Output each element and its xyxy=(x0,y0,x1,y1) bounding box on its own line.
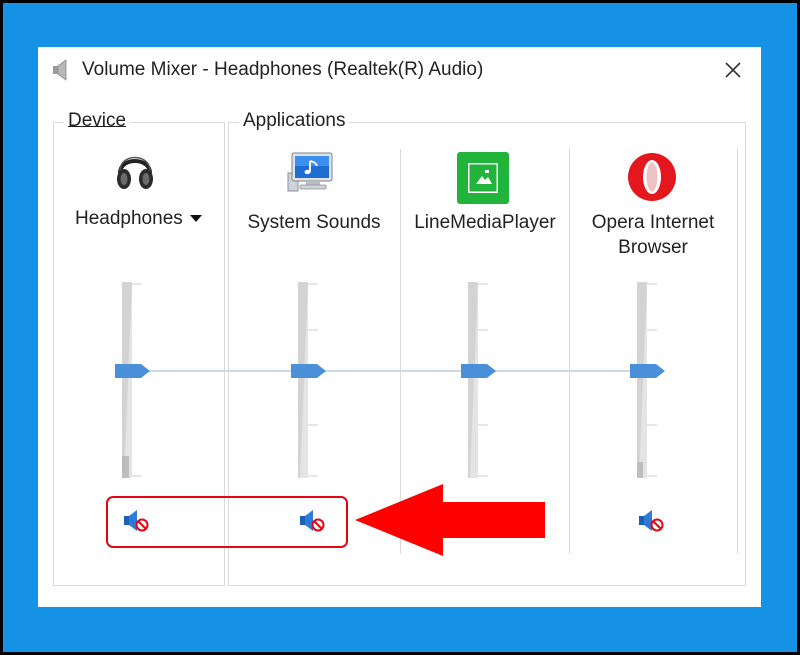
volume-link-line xyxy=(138,370,663,372)
system-sounds-volume-track[interactable] xyxy=(296,282,318,478)
app-label-opera: Opera Internet Browser xyxy=(591,212,715,258)
chevron-down-icon xyxy=(190,215,202,222)
speaker-icon xyxy=(53,59,67,81)
window-title: Volume Mixer - Headphones (Realtek(R) Au… xyxy=(82,59,484,80)
device-name: Headphones xyxy=(75,208,183,229)
speaker-muted-icon xyxy=(639,510,664,532)
red-arrow-icon xyxy=(355,484,545,556)
title-bar: Volume Mixer - Headphones (Realtek(R) Au… xyxy=(38,47,761,95)
highlight-box xyxy=(106,496,348,548)
opera-volume-track[interactable] xyxy=(635,282,657,478)
close-icon xyxy=(725,62,741,78)
linemediaplayer-volume-track[interactable] xyxy=(466,282,488,478)
device-group-label: Device xyxy=(64,110,131,132)
opera-icon xyxy=(628,153,676,201)
device-volume-track[interactable] xyxy=(120,282,142,478)
applications-group-label: Applications xyxy=(239,110,350,132)
system-sounds-icon xyxy=(287,152,333,192)
opera-mute-button[interactable] xyxy=(636,507,666,535)
column-separator xyxy=(737,149,738,554)
device-volume-slider-thumb[interactable] xyxy=(115,363,151,379)
device-selector-dropdown[interactable]: Headphones xyxy=(68,205,218,233)
linemediaplayer-icon xyxy=(457,152,509,204)
opera-volume-slider-thumb[interactable] xyxy=(630,363,666,379)
app-label-linemediaplayer: LineMediaPlayer xyxy=(414,212,556,233)
column-separator xyxy=(569,149,570,554)
system-sounds-volume-slider-thumb[interactable] xyxy=(291,363,327,379)
headphones-icon xyxy=(117,156,153,189)
close-button[interactable] xyxy=(718,55,748,85)
linemediaplayer-volume-slider-thumb[interactable] xyxy=(461,363,497,379)
app-label-system-sounds: System Sounds xyxy=(247,212,381,233)
